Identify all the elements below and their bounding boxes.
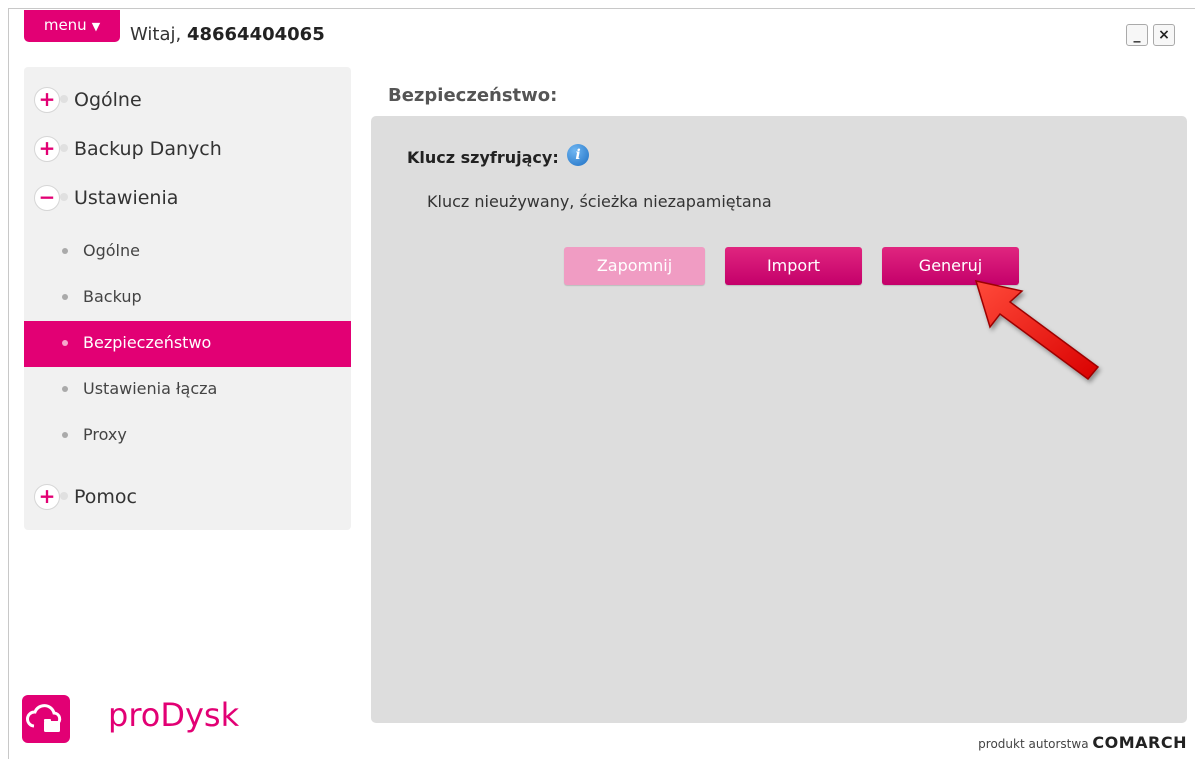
- sidebar-item-label: Bezpieczeństwo: [83, 333, 212, 352]
- sidebar-item-ogolne[interactable]: Ogólne: [24, 229, 351, 275]
- bullet-icon: [62, 340, 68, 346]
- connector-dot: [60, 144, 68, 152]
- close-button[interactable]: ×: [1153, 24, 1175, 46]
- sidebar-category-ogolne[interactable]: + Ogólne: [24, 79, 351, 123]
- red-arrow-annotation: [974, 279, 1100, 381]
- sidebar-category-label: Ustawienia: [74, 187, 179, 209]
- import-button[interactable]: Import: [725, 247, 862, 285]
- connector-dot: [60, 95, 68, 103]
- expand-icon: +: [34, 87, 60, 113]
- info-icon[interactable]: i: [567, 144, 589, 166]
- close-icon: ×: [1158, 27, 1170, 43]
- connector-dot: [60, 193, 68, 201]
- sidebar-item-label: Ogólne: [83, 241, 140, 260]
- page-title: Bezpieczeństwo:: [388, 85, 558, 106]
- sidebar-category-label: Backup Danych: [74, 138, 222, 160]
- sidebar-category-pomoc[interactable]: + Pomoc: [24, 476, 351, 520]
- sidebar-item-label: Ustawienia łącza: [83, 379, 218, 398]
- greeting: Witaj, 48664404065: [130, 24, 325, 45]
- sidebar-item-label: Proxy: [83, 425, 127, 444]
- sidebar-category-ustawienia[interactable]: − Ustawienia: [24, 177, 351, 221]
- collapse-icon: −: [34, 185, 60, 211]
- cloud-logo-icon: [22, 695, 70, 743]
- sidebar-category-backup-danych[interactable]: + Backup Danych: [24, 128, 351, 172]
- greeting-prefix: Witaj,: [130, 24, 182, 45]
- sidebar-item-label: Backup: [83, 287, 142, 306]
- bullet-icon: [62, 386, 68, 392]
- encryption-key-heading: Klucz szyfrujący:: [407, 148, 559, 167]
- sidebar-item-bezpieczenstwo[interactable]: Bezpieczeństwo: [24, 321, 351, 367]
- footer-brand: COMARCH: [1092, 733, 1187, 752]
- chevron-down-icon: ▼: [91, 20, 101, 33]
- expand-icon: +: [34, 136, 60, 162]
- footer-prefix: produkt autorstwa: [978, 737, 1089, 751]
- connector-dot: [60, 492, 68, 500]
- settings-panel: Klucz szyfrujący: i Klucz nieużywany, śc…: [371, 116, 1187, 723]
- app-logo-text: proDysk: [108, 696, 240, 734]
- sidebar-item-proxy[interactable]: Proxy: [24, 413, 351, 459]
- menu-label: menu: [43, 16, 87, 34]
- footer-credit: produkt autorstwa COMARCH: [978, 733, 1187, 752]
- sidebar-item-backup[interactable]: Backup: [24, 275, 351, 321]
- forget-button[interactable]: Zapomnij: [564, 247, 705, 285]
- minimize-icon: _: [1133, 27, 1141, 43]
- sidebar-category-label: Ogólne: [74, 89, 142, 111]
- bullet-icon: [62, 248, 68, 254]
- menu-button[interactable]: menu ▼: [24, 10, 120, 42]
- sidebar: + Ogólne + Backup Danych − Ustawienia Og…: [24, 67, 351, 530]
- key-status-text: Klucz nieużywany, ścieżka niezapamiętana: [427, 192, 772, 211]
- user-id: 48664404065: [186, 24, 325, 45]
- minimize-button[interactable]: _: [1126, 24, 1148, 46]
- expand-icon: +: [34, 484, 60, 510]
- bullet-icon: [62, 294, 68, 300]
- sidebar-category-label: Pomoc: [74, 486, 137, 508]
- sidebar-item-ustawienia-lacza[interactable]: Ustawienia łącza: [24, 367, 351, 413]
- bullet-icon: [62, 432, 68, 438]
